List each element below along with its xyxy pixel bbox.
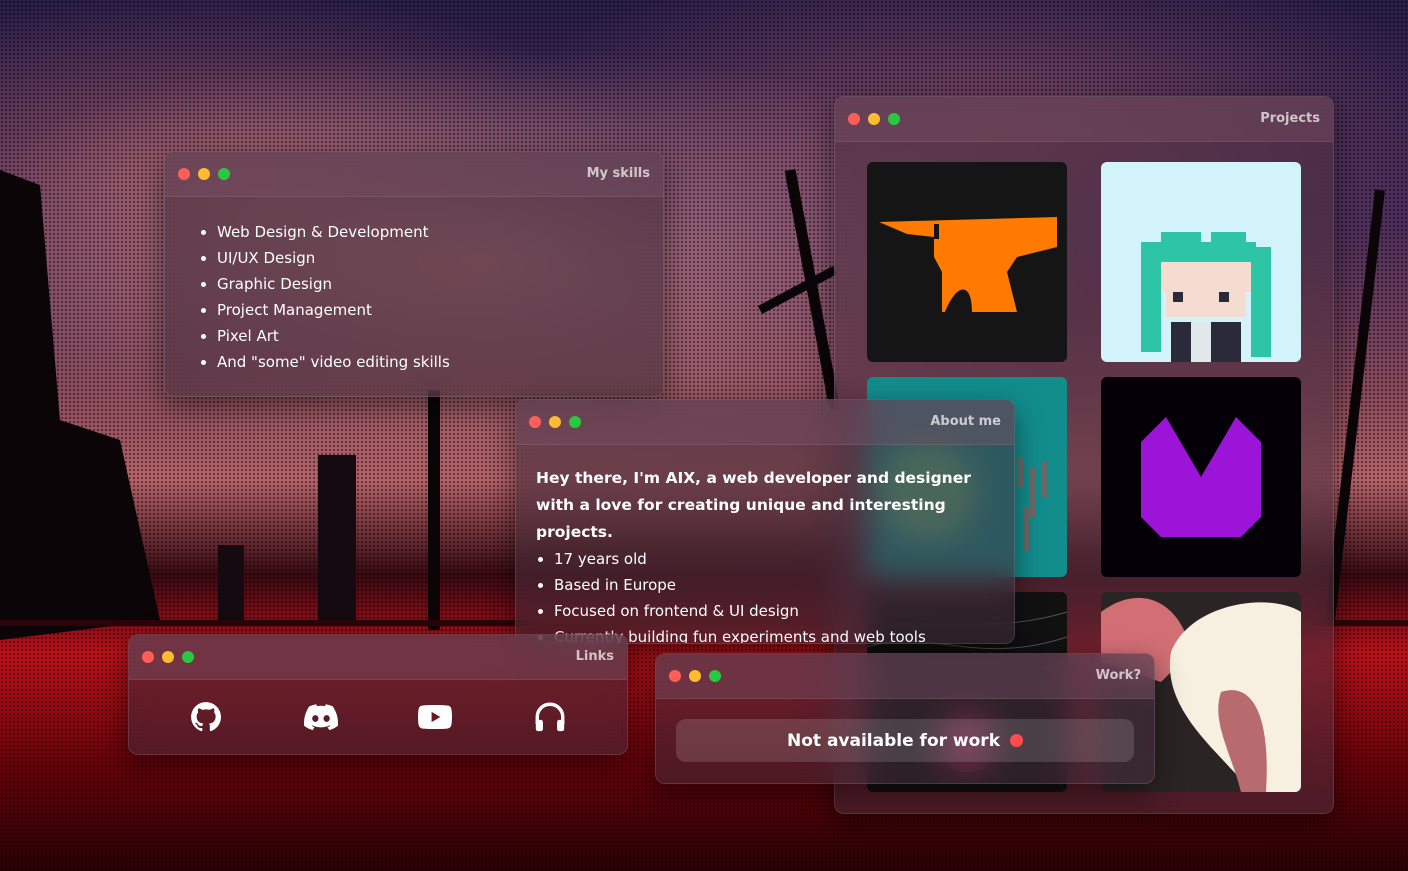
close-button[interactable] <box>178 168 190 180</box>
list-item: Web Design & Development <box>201 219 653 245</box>
links-row <box>129 680 627 754</box>
list-item: 17 years old <box>538 546 1014 572</box>
maximize-button[interactable] <box>888 113 900 125</box>
skills-list: Web Design & Development UI/UX Design Gr… <box>175 219 653 375</box>
about-list: 17 years old Based in Europe Focused on … <box>516 546 1014 643</box>
work-status-text: Not available for work <box>787 730 1000 751</box>
window-controls <box>529 416 581 428</box>
about-titlebar[interactable]: About me <box>516 400 1014 445</box>
minimize-button[interactable] <box>198 168 210 180</box>
projects-titlebar[interactable]: Projects <box>835 97 1333 142</box>
minimize-button[interactable] <box>162 651 174 663</box>
minimize-button[interactable] <box>689 670 701 682</box>
window-controls <box>142 651 194 663</box>
minimize-button[interactable] <box>868 113 880 125</box>
list-item: UI/UX Design <box>201 245 653 271</box>
close-button[interactable] <box>529 416 541 428</box>
list-item: Pixel Art <box>201 323 653 349</box>
window-title: My skills <box>586 166 650 181</box>
list-item: Based in Europe <box>538 572 1014 598</box>
headphones-icon[interactable] <box>533 700 567 734</box>
skills-body: Web Design & Development UI/UX Design Gr… <box>165 197 663 396</box>
window-controls <box>178 168 230 180</box>
work-titlebar[interactable]: Work? <box>656 654 1154 699</box>
list-item: Project Management <box>201 297 653 323</box>
maximize-button[interactable] <box>218 168 230 180</box>
v-logo-icon <box>1141 417 1261 537</box>
discord-icon[interactable] <box>303 700 338 734</box>
skills-window: My skills Web Design & Development UI/UX… <box>164 151 664 397</box>
anvil-logo-icon <box>879 217 1057 312</box>
project-tile-anvil[interactable] <box>867 162 1067 362</box>
maximize-button[interactable] <box>709 670 721 682</box>
window-title: About me <box>930 414 1001 429</box>
about-window: About me Hey there, I'm AIX, a web devel… <box>515 399 1015 644</box>
links-window: Links <box>128 634 628 755</box>
about-intro: Hey there, I'm AIX, a web developer and … <box>536 469 971 541</box>
work-status-pill: Not available for work <box>676 719 1134 762</box>
maximize-button[interactable] <box>569 416 581 428</box>
skills-titlebar[interactable]: My skills <box>165 152 663 197</box>
project-tile-logo[interactable] <box>1101 377 1301 577</box>
youtube-icon[interactable] <box>418 700 453 734</box>
window-controls <box>848 113 900 125</box>
minimize-button[interactable] <box>549 416 561 428</box>
list-item: Focused on frontend & UI design <box>538 598 1014 624</box>
status-indicator-dot <box>1010 734 1023 747</box>
list-item: And "some" video editing skills <box>201 349 653 375</box>
work-window: Work? Not available for work <box>655 653 1155 784</box>
close-button[interactable] <box>848 113 860 125</box>
window-title: Links <box>575 649 614 664</box>
github-icon[interactable] <box>189 700 223 734</box>
maximize-button[interactable] <box>182 651 194 663</box>
list-item: Graphic Design <box>201 271 653 297</box>
pixel-art-character-icon <box>1141 232 1271 362</box>
window-title: Work? <box>1095 668 1141 683</box>
project-tile-miku[interactable] <box>1101 162 1301 362</box>
window-controls <box>669 670 721 682</box>
close-button[interactable] <box>669 670 681 682</box>
close-button[interactable] <box>142 651 154 663</box>
window-title: Projects <box>1260 111 1320 126</box>
links-titlebar[interactable]: Links <box>129 635 627 680</box>
